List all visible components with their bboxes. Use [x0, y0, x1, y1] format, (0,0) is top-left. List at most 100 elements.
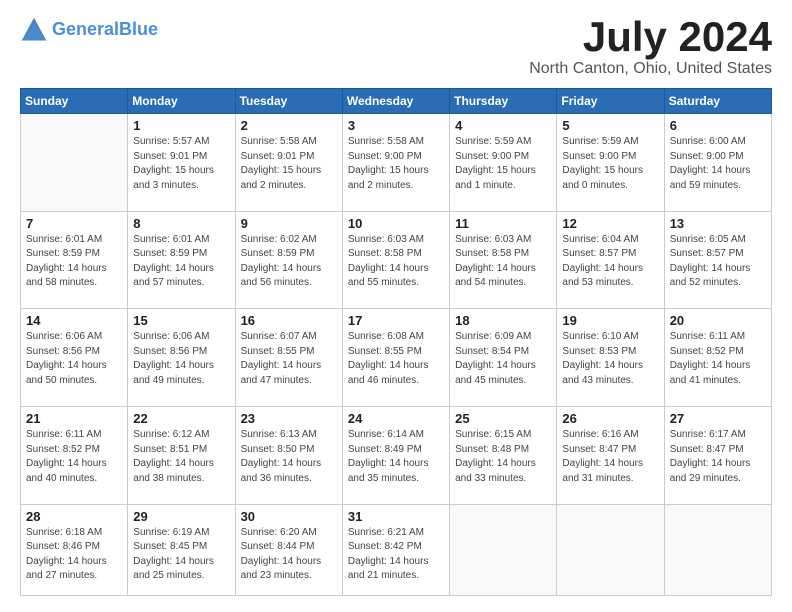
- day-number: 4: [455, 118, 551, 133]
- day-info: Sunrise: 5:57 AM Sunset: 9:01 PM Dayligh…: [133, 135, 229, 193]
- day-number: 21: [26, 411, 122, 426]
- calendar-cell: 9 Sunrise: 6:02 AM Sunset: 8:59 PM Daylig…: [235, 211, 342, 309]
- calendar-cell: 7 Sunrise: 6:01 AM Sunset: 8:59 PM Daylig…: [21, 211, 128, 309]
- day-info: Sunrise: 6:21 AM Sunset: 8:42 PM Dayligh…: [348, 526, 444, 584]
- calendar-cell: 27 Sunrise: 6:17 AM Sunset: 8:47 PM Dayli…: [664, 407, 771, 505]
- logo-line2: Blue: [119, 19, 158, 39]
- day-number: 22: [133, 411, 229, 426]
- day-number: 31: [348, 509, 444, 524]
- day-number: 11: [455, 216, 551, 231]
- page: GeneralBlue July 2024 North Canton, Ohio…: [0, 0, 792, 612]
- calendar-cell: 8 Sunrise: 6:01 AM Sunset: 8:59 PM Daylig…: [128, 211, 235, 309]
- logo-line1: General: [52, 19, 119, 39]
- calendar-cell: 14 Sunrise: 6:06 AM Sunset: 8:56 PM Dayli…: [21, 309, 128, 407]
- calendar-cell: 13 Sunrise: 6:05 AM Sunset: 8:57 PM Dayli…: [664, 211, 771, 309]
- calendar-cell: [21, 114, 128, 212]
- day-number: 9: [241, 216, 337, 231]
- calendar-cell: 12 Sunrise: 6:04 AM Sunset: 8:57 PM Dayli…: [557, 211, 664, 309]
- day-info: Sunrise: 6:01 AM Sunset: 8:59 PM Dayligh…: [26, 233, 122, 291]
- day-number: 15: [133, 313, 229, 328]
- calendar-week-1: 1Sunrise: 5:57 AM Sunset: 9:01 PM Daylig…: [21, 114, 772, 212]
- calendar-header-row: SundayMondayTuesdayWednesdayThursdayFrid…: [21, 89, 772, 114]
- calendar-cell: 17 Sunrise: 6:08 AM Sunset: 8:55 PM Dayli…: [342, 309, 449, 407]
- calendar-cell: 4Sunrise: 5:59 AM Sunset: 9:00 PM Daylig…: [450, 114, 557, 212]
- day-number: 8: [133, 216, 229, 231]
- day-info: Sunrise: 5:58 AM Sunset: 9:01 PM Dayligh…: [241, 135, 337, 193]
- day-info: Sunrise: 6:18 AM Sunset: 8:46 PM Dayligh…: [26, 526, 122, 584]
- calendar-week-3: 14 Sunrise: 6:06 AM Sunset: 8:56 PM Dayli…: [21, 309, 772, 407]
- day-info: Sunrise: 6:06 AM Sunset: 8:56 PM Dayligh…: [133, 330, 229, 388]
- calendar-cell: 5 Sunrise: 5:59 AM Sunset: 9:00 PM Daylig…: [557, 114, 664, 212]
- day-number: 10: [348, 216, 444, 231]
- day-number: 28: [26, 509, 122, 524]
- calendar-header-wednesday: Wednesday: [342, 89, 449, 114]
- calendar-cell: 25 Sunrise: 6:15 AM Sunset: 8:48 PM Dayli…: [450, 407, 557, 505]
- calendar-cell: 10 Sunrise: 6:03 AM Sunset: 8:58 PM Dayli…: [342, 211, 449, 309]
- day-number: 27: [670, 411, 766, 426]
- month-title: July 2024: [529, 16, 772, 58]
- day-info: Sunrise: 6:13 AM Sunset: 8:50 PM Dayligh…: [241, 428, 337, 486]
- calendar-header-sunday: Sunday: [21, 89, 128, 114]
- day-number: 23: [241, 411, 337, 426]
- calendar-cell: 20Sunrise: 6:11 AM Sunset: 8:52 PM Dayli…: [664, 309, 771, 407]
- calendar-cell: 23 Sunrise: 6:13 AM Sunset: 8:50 PM Dayli…: [235, 407, 342, 505]
- day-info: Sunrise: 6:20 AM Sunset: 8:44 PM Dayligh…: [241, 526, 337, 584]
- calendar-cell: 1Sunrise: 5:57 AM Sunset: 9:01 PM Daylig…: [128, 114, 235, 212]
- calendar: SundayMondayTuesdayWednesdayThursdayFrid…: [20, 88, 772, 596]
- day-info: Sunrise: 6:04 AM Sunset: 8:57 PM Dayligh…: [562, 233, 658, 291]
- logo-icon: [20, 16, 48, 44]
- calendar-cell: 28 Sunrise: 6:18 AM Sunset: 8:46 PM Dayli…: [21, 504, 128, 595]
- day-info: Sunrise: 6:08 AM Sunset: 8:55 PM Dayligh…: [348, 330, 444, 388]
- calendar-cell: 24 Sunrise: 6:14 AM Sunset: 8:49 PM Dayli…: [342, 407, 449, 505]
- day-number: 14: [26, 313, 122, 328]
- calendar-cell: 11 Sunrise: 6:03 AM Sunset: 8:58 PM Dayli…: [450, 211, 557, 309]
- calendar-cell: 19Sunrise: 6:10 AM Sunset: 8:53 PM Dayli…: [557, 309, 664, 407]
- day-info: Sunrise: 6:00 AM Sunset: 9:00 PM Dayligh…: [670, 135, 766, 193]
- calendar-header-saturday: Saturday: [664, 89, 771, 114]
- calendar-header-tuesday: Tuesday: [235, 89, 342, 114]
- calendar-cell: 2 Sunrise: 5:58 AM Sunset: 9:01 PM Daylig…: [235, 114, 342, 212]
- day-number: 2: [241, 118, 337, 133]
- day-number: 16: [241, 313, 337, 328]
- calendar-cell: 22 Sunrise: 6:12 AM Sunset: 8:51 PM Dayli…: [128, 407, 235, 505]
- day-number: 24: [348, 411, 444, 426]
- day-number: 29: [133, 509, 229, 524]
- location-title: North Canton, Ohio, United States: [529, 60, 772, 78]
- calendar-cell: [450, 504, 557, 595]
- day-info: Sunrise: 6:06 AM Sunset: 8:56 PM Dayligh…: [26, 330, 122, 388]
- day-info: Sunrise: 6:01 AM Sunset: 8:59 PM Dayligh…: [133, 233, 229, 291]
- day-number: 12: [562, 216, 658, 231]
- calendar-cell: 31 Sunrise: 6:21 AM Sunset: 8:42 PM Dayli…: [342, 504, 449, 595]
- calendar-week-2: 7 Sunrise: 6:01 AM Sunset: 8:59 PM Daylig…: [21, 211, 772, 309]
- calendar-cell: [664, 504, 771, 595]
- day-number: 17: [348, 313, 444, 328]
- header: GeneralBlue July 2024 North Canton, Ohio…: [20, 16, 772, 78]
- calendar-week-5: 28 Sunrise: 6:18 AM Sunset: 8:46 PM Dayli…: [21, 504, 772, 595]
- day-number: 7: [26, 216, 122, 231]
- day-number: 20: [670, 313, 766, 328]
- day-info: Sunrise: 6:05 AM Sunset: 8:57 PM Dayligh…: [670, 233, 766, 291]
- day-info: Sunrise: 5:58 AM Sunset: 9:00 PM Dayligh…: [348, 135, 444, 193]
- day-info: Sunrise: 6:10 AM Sunset: 8:53 PM Dayligh…: [562, 330, 658, 388]
- calendar-cell: [557, 504, 664, 595]
- day-info: Sunrise: 6:19 AM Sunset: 8:45 PM Dayligh…: [133, 526, 229, 584]
- day-info: Sunrise: 6:03 AM Sunset: 8:58 PM Dayligh…: [348, 233, 444, 291]
- calendar-cell: 15 Sunrise: 6:06 AM Sunset: 8:56 PM Dayli…: [128, 309, 235, 407]
- day-info: Sunrise: 5:59 AM Sunset: 9:00 PM Dayligh…: [562, 135, 658, 193]
- day-number: 6: [670, 118, 766, 133]
- day-number: 5: [562, 118, 658, 133]
- day-number: 25: [455, 411, 551, 426]
- calendar-header-friday: Friday: [557, 89, 664, 114]
- day-info: Sunrise: 6:02 AM Sunset: 8:59 PM Dayligh…: [241, 233, 337, 291]
- day-info: Sunrise: 6:17 AM Sunset: 8:47 PM Dayligh…: [670, 428, 766, 486]
- day-number: 13: [670, 216, 766, 231]
- day-info: Sunrise: 6:12 AM Sunset: 8:51 PM Dayligh…: [133, 428, 229, 486]
- day-info: Sunrise: 6:15 AM Sunset: 8:48 PM Dayligh…: [455, 428, 551, 486]
- day-info: Sunrise: 6:03 AM Sunset: 8:58 PM Dayligh…: [455, 233, 551, 291]
- calendar-cell: 18Sunrise: 6:09 AM Sunset: 8:54 PM Dayli…: [450, 309, 557, 407]
- calendar-cell: 3Sunrise: 5:58 AM Sunset: 9:00 PM Daylig…: [342, 114, 449, 212]
- calendar-header-thursday: Thursday: [450, 89, 557, 114]
- day-info: Sunrise: 6:14 AM Sunset: 8:49 PM Dayligh…: [348, 428, 444, 486]
- calendar-cell: 6 Sunrise: 6:00 AM Sunset: 9:00 PM Daylig…: [664, 114, 771, 212]
- calendar-week-4: 21Sunrise: 6:11 AM Sunset: 8:52 PM Dayli…: [21, 407, 772, 505]
